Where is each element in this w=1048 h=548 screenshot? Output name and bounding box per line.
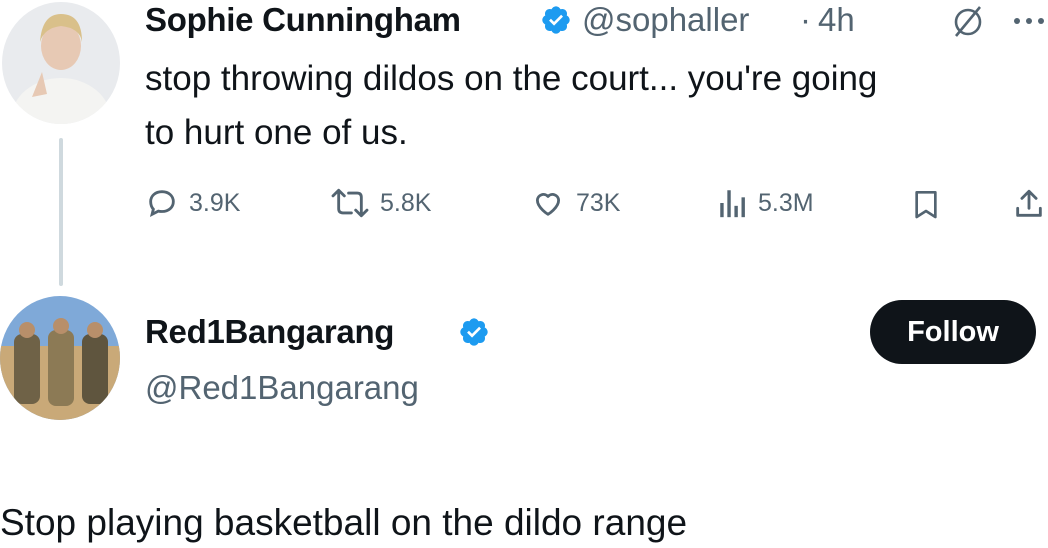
views-button[interactable]: 5.3M <box>718 186 814 220</box>
timestamp[interactable]: 4h <box>818 0 855 40</box>
author-handle[interactable]: @sophaller <box>582 0 749 40</box>
views-bar-chart-icon <box>720 190 745 218</box>
avatar-image <box>2 2 120 124</box>
reply-author-name[interactable]: Red1Bangarang <box>145 312 394 352</box>
like-button[interactable]: 73K <box>530 186 620 220</box>
like-count: 73K <box>576 188 621 217</box>
heart-icon <box>535 193 561 216</box>
tweet-text-line-2: to hurt one of us. <box>145 113 408 152</box>
avatar-image <box>0 296 120 420</box>
bookmark-icon[interactable] <box>910 188 942 227</box>
share-icon[interactable] <box>1012 186 1046 227</box>
follow-button[interactable]: Follow <box>870 300 1036 364</box>
reply-text: Stop playing basketball on the dildo ran… <box>0 502 688 543</box>
more-options-ellipsis-icon[interactable] <box>1012 14 1046 32</box>
slash-circle-icon[interactable] <box>950 4 986 43</box>
verified-badge-icon <box>540 4 572 41</box>
reply-count: 3.9K <box>189 188 241 217</box>
repost-count: 5.8K <box>380 188 432 217</box>
reply-button[interactable]: 3.9K <box>145 186 240 220</box>
separator-dot: · <box>800 1 811 38</box>
view-count: 5.3M <box>758 188 814 217</box>
avatar-sophie[interactable] <box>2 2 120 124</box>
reply-icon <box>149 190 175 218</box>
reply-author-handle[interactable]: @Red1Bangarang <box>145 368 419 408</box>
repost-icon <box>331 188 369 218</box>
author-name[interactable]: Sophie Cunningham <box>145 0 461 40</box>
tweet-text-line-1: stop throwing dildos on the court... you… <box>145 59 878 98</box>
thread-line <box>59 138 63 286</box>
repost-button[interactable]: 5.8K <box>330 186 431 220</box>
avatar-red1bangarang[interactable] <box>0 296 120 420</box>
verified-badge-icon <box>458 316 490 353</box>
